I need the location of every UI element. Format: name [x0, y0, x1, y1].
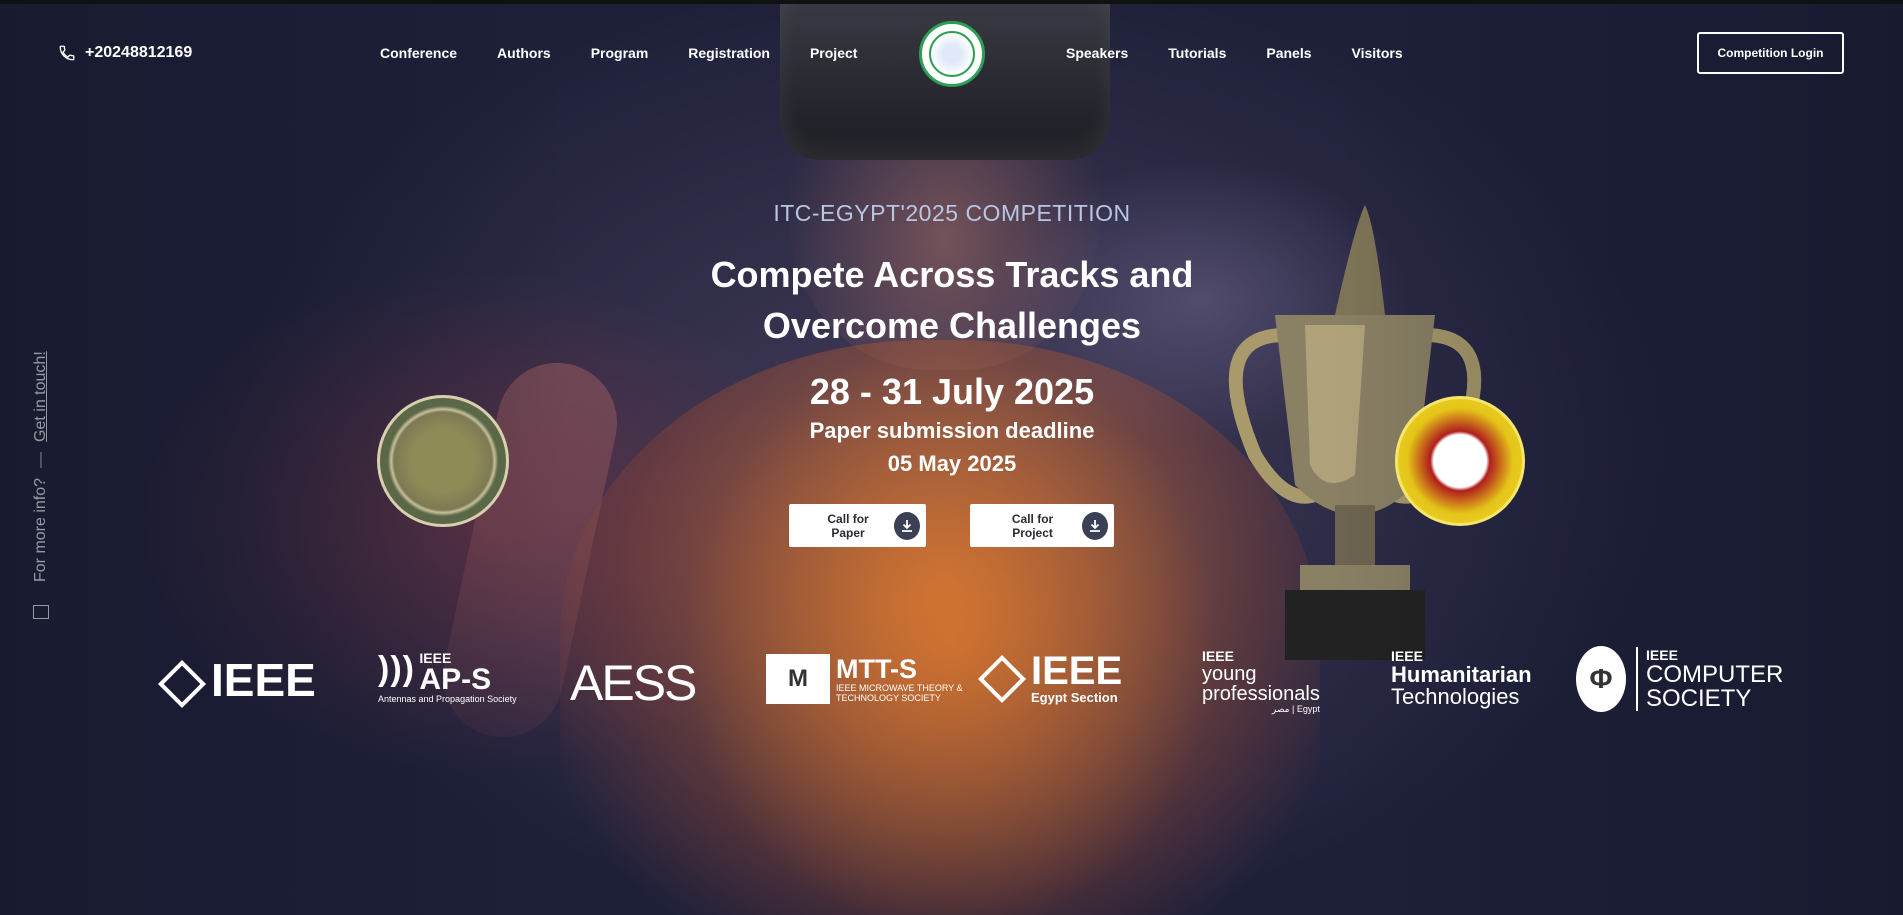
ieee-egypt-section-logo[interactable]: IEEE Egypt Section	[977, 651, 1122, 705]
sponsor-logos: IEEE ))) IEEE AP-S Antennas and Propagat…	[0, 640, 1903, 720]
nav-project[interactable]: Project	[810, 45, 857, 61]
header: +20248812169 Conference Authors Program …	[0, 4, 1903, 104]
call-for-project-label: Call for Project	[1011, 511, 1054, 540]
side-dash: —	[32, 451, 49, 468]
ieee-diamond-icon	[977, 654, 1027, 703]
mail-icon[interactable]	[33, 605, 49, 619]
site-logo-emblem	[929, 31, 975, 77]
call-for-paper-button[interactable]: Call for Paper	[789, 504, 926, 547]
ieee-logo[interactable]: IEEE	[157, 657, 316, 708]
mtts-emblem-icon: M	[766, 654, 830, 704]
hero-text: ITC-EGYPT'2025 COMPETITION Compete Acros…	[602, 200, 1302, 479]
phone-icon	[59, 45, 75, 61]
nav-tutorials[interactable]: Tutorials	[1168, 45, 1226, 61]
young-professionals-logo[interactable]: IEEE young professionals مصر | Egypt	[1202, 648, 1320, 715]
computer-society-emblem-icon: Φ	[1576, 646, 1626, 712]
competition-login-button[interactable]: Competition Login	[1697, 32, 1844, 74]
download-icon	[894, 511, 920, 540]
deadline-date: 05 May 2025	[887, 451, 1017, 476]
ieee-diamond-icon	[157, 659, 207, 708]
nav-panels[interactable]: Panels	[1266, 45, 1311, 61]
aps-waves-icon: )))	[378, 650, 415, 688]
nav-left: Conference Authors Program Registration …	[380, 45, 857, 61]
mtts-logo[interactable]: M MTT-S IEEE MICROWAVE THEORY & TECHNOLO…	[766, 654, 963, 704]
hero-headline: Compete Across Tracks and Overcome Chall…	[602, 249, 1302, 351]
call-for-project-button[interactable]: Call for Project	[970, 504, 1114, 547]
hero-kicker: ITC-EGYPT'2025 COMPETITION	[773, 200, 1131, 226]
call-for-paper-label: Call for Paper	[827, 511, 869, 540]
hero-cta-group: Call for Paper Call for Project	[789, 504, 1114, 547]
nav-speakers[interactable]: Speakers	[1066, 45, 1128, 61]
nav-right: Speakers Tutorials Panels Visitors	[1066, 45, 1403, 61]
download-icon	[1082, 511, 1108, 540]
nav-visitors[interactable]: Visitors	[1352, 45, 1403, 61]
get-in-touch-link[interactable]: Get in touch!	[32, 351, 50, 442]
headline-line-1: Compete Across Tracks and	[710, 254, 1194, 295]
nav-authors[interactable]: Authors	[497, 45, 551, 61]
nav-conference[interactable]: Conference	[380, 45, 457, 61]
computer-society-logo[interactable]: Φ IEEE COMPUTER SOCIETY	[1576, 646, 1783, 712]
nav-program[interactable]: Program	[591, 45, 649, 61]
aps-logo[interactable]: ))) IEEE AP-S Antennas and Propagation S…	[378, 650, 517, 704]
headline-line-2: Overcome Challenges	[762, 305, 1142, 346]
aess-logo[interactable]: AESS	[570, 654, 697, 712]
humanitarian-technologies-logo[interactable]: IEEE Humanitarian Technologies	[1391, 648, 1532, 708]
military-academy-emblem	[377, 395, 509, 527]
event-dates: 28 - 31 July 2025	[809, 371, 1095, 412]
site-logo[interactable]	[919, 21, 985, 87]
phone-link[interactable]: +20248812169	[58, 44, 192, 62]
side-more-info: For more info?	[32, 477, 49, 582]
phone-number: +20248812169	[85, 44, 193, 61]
side-contact: For more info? — Get in touch!	[32, 351, 50, 620]
deadline-label: Paper submission deadline	[809, 418, 1095, 443]
air-defense-college-emblem	[1395, 396, 1525, 526]
nav-registration[interactable]: Registration	[688, 45, 770, 61]
